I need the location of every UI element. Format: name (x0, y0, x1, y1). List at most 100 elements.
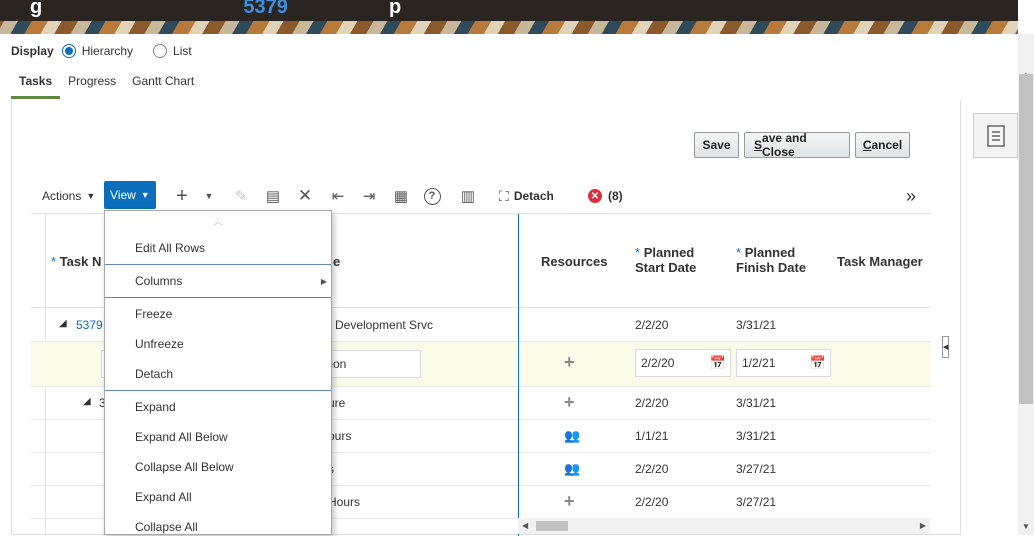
resources-group-icon[interactable]: 👥 (564, 461, 580, 477)
error-icon: ✕ (588, 189, 602, 203)
header-task-manager[interactable]: Task Manager (837, 254, 923, 269)
planned-finish-input[interactable]: 1/2/21 📅 (736, 349, 831, 377)
cancel-accesskey: C (862, 138, 872, 152)
detach-icon: ⛶ (499, 187, 509, 204)
document-icon (986, 124, 1005, 147)
task-name: Development Srvc (335, 318, 434, 332)
save-button[interactable]: Save (694, 132, 739, 158)
calendar-icon[interactable]: 📅 (810, 355, 826, 371)
radio-list-label: List (173, 44, 192, 58)
task-name-input[interactable]: tion (321, 350, 421, 378)
menu-item-columns[interactable]: Columns (135, 274, 182, 288)
chevron-down-icon[interactable]: ▼ (200, 187, 218, 205)
calendar-icon[interactable]: 📅 (710, 355, 726, 371)
save-button-label: Save (702, 138, 731, 152)
radio-hierarchy[interactable] (61, 44, 76, 58)
planned-finish: 3/27/21 (736, 495, 777, 509)
planned-start: 2/2/20 (635, 495, 669, 509)
side-panel-button[interactable] (973, 113, 1018, 158)
error-indicator[interactable]: ✕ (8) (588, 183, 623, 209)
header-planned-finish[interactable]: * Planned Finish Date (736, 245, 806, 275)
page-title: g 5379 p (30, 0, 401, 19)
detach-button[interactable]: ⛶ Detach (499, 183, 554, 209)
task-number-link[interactable]: 5379 (76, 318, 103, 332)
planned-finish: 3/31/21 (736, 318, 777, 332)
menu-item-detach[interactable]: Detach (135, 367, 173, 381)
display-mode: Display Hierarchy List (11, 44, 206, 58)
resources-group-icon[interactable]: 👥 (564, 428, 580, 444)
cancel-button[interactable]: Cancel (855, 132, 910, 158)
add-resource-icon[interactable]: + (564, 491, 575, 512)
frozen-column-separator[interactable] (518, 214, 519, 536)
menu-item-freeze[interactable]: Freeze (135, 307, 172, 321)
header-task-number[interactable]: * Task N (51, 254, 101, 269)
add-resource-icon[interactable]: + (564, 392, 575, 413)
chevron-down-icon: ▼ (140, 190, 150, 200)
page-title-text: g (30, 0, 43, 18)
tab-progress[interactable]: Progress (60, 72, 124, 99)
scroll-down-icon[interactable]: ▼ (1022, 522, 1030, 531)
menu-item-edit-all-rows[interactable]: Edit All Rows (135, 241, 205, 255)
save-and-close-accesskey: S (754, 138, 763, 152)
display-option-list[interactable]: List (153, 44, 192, 58)
header-resources[interactable]: Resources (541, 254, 607, 269)
planned-finish-value: 1/2/21 (742, 356, 776, 370)
header-planned-finish-line1: Planned (744, 245, 796, 260)
menu-item-unfreeze[interactable]: Unfreeze (135, 337, 184, 351)
chevron-down-icon: ▼ (86, 191, 96, 201)
planned-finish: 3/31/21 (736, 396, 777, 410)
tab-tasks[interactable]: Tasks (11, 72, 61, 99)
collapse-icon[interactable]: ◢ (83, 396, 91, 407)
required-marker: * (51, 254, 57, 269)
planned-finish: 3/27/21 (736, 462, 777, 476)
planned-start-value: 2/2/20 (641, 356, 675, 370)
table-toolbar: Actions ▼ View ▼ + ▼ ✎ ▤ ✕ ⇤ ⇥ ▦ ? ▥ ⛶ Det… (0, 181, 940, 209)
header-planned-start[interactable]: * Planned Start Date (635, 245, 696, 275)
tab-gantt-chart[interactable]: Gantt Chart (124, 72, 202, 99)
table-horizontal-scrollbar[interactable]: ◀ ▶ (518, 518, 930, 534)
planned-start-input[interactable]: 2/2/20 📅 (635, 349, 731, 377)
page-title-link[interactable]: 5379 (243, 0, 288, 18)
page-vertical-scrollbar[interactable]: ▲ ▼ (1018, 34, 1034, 535)
view-label: View (110, 188, 136, 202)
menu-separator (105, 264, 331, 265)
scroll-right-icon[interactable]: ▶ (920, 521, 926, 530)
overflow-icon[interactable]: » (906, 183, 916, 209)
display-option-hierarchy[interactable]: Hierarchy (61, 44, 134, 58)
schedule-icon[interactable]: ▦ (392, 187, 410, 205)
scrollbar-thumb[interactable] (536, 521, 568, 531)
view-dropdown-menu: ︿ Edit All Rows Columns ▶ Freeze Unfreez… (104, 210, 332, 535)
error-count: (8) (608, 189, 623, 203)
menu-item-collapse-all[interactable]: Collapse All (135, 520, 198, 534)
save-and-close-button[interactable]: Save and Close (744, 131, 850, 159)
menu-item-expand-all[interactable]: Expand All (135, 490, 192, 504)
planned-start: 2/2/20 (635, 396, 669, 410)
scrollbar-thumb[interactable] (1019, 74, 1033, 404)
actions-menu[interactable]: Actions ▼ (42, 183, 95, 209)
collapse-icon[interactable]: ◢ (59, 318, 67, 329)
tab-bar: Tasks Progress Gantt Chart (11, 72, 202, 99)
add-icon[interactable]: + (173, 185, 191, 207)
header-planned-start-line1: Planned (643, 245, 695, 260)
collapse-pane-icon[interactable]: ◀ (942, 336, 949, 358)
header-title-strip: g 5379 p (0, 0, 1018, 21)
radio-hierarchy-label: Hierarchy (81, 44, 134, 58)
display-label: Display (11, 44, 54, 58)
help-icon[interactable]: ? (423, 187, 441, 205)
outdent-icon[interactable]: ⇤ (329, 187, 347, 205)
chevron-up-icon[interactable]: ︿ (213, 213, 223, 228)
cancel-label: ancel (871, 138, 903, 152)
add-resource-icon[interactable]: + (564, 352, 575, 373)
menu-item-collapse-all-below[interactable]: Collapse All Below (135, 460, 234, 474)
menu-item-expand-all-below[interactable]: Expand All Below (135, 430, 228, 444)
edit-icon[interactable]: ✎ (232, 187, 250, 205)
columns-icon[interactable]: ▥ (459, 187, 477, 205)
delete-icon[interactable]: ✕ (296, 186, 314, 205)
scroll-left-icon[interactable]: ◀ (522, 521, 528, 530)
header-task-name[interactable]: e (333, 254, 340, 269)
indent-icon[interactable]: ⇥ (360, 187, 378, 205)
view-menu[interactable]: View ▼ (104, 181, 156, 209)
radio-list[interactable] (153, 44, 168, 58)
menu-item-expand[interactable]: Expand (135, 400, 176, 414)
duplicate-icon[interactable]: ▤ (264, 187, 282, 205)
